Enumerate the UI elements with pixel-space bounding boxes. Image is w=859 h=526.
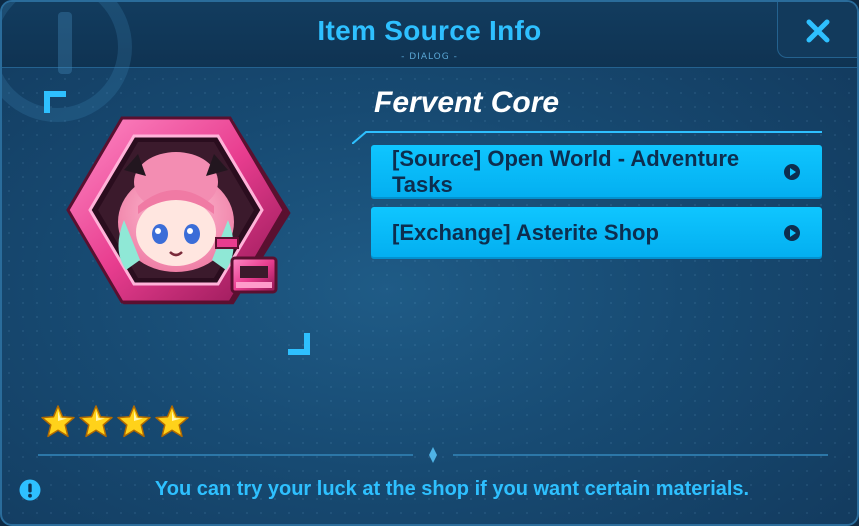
play-circle-icon xyxy=(784,164,800,180)
hint-text: You can try your luck at the shop if you… xyxy=(154,478,750,500)
star-icon xyxy=(79,405,113,438)
source-button-open-world[interactable]: [Source] Open World - Adventure Tasks xyxy=(371,145,822,199)
frame-corner-top-left xyxy=(44,91,66,113)
item-name-underline xyxy=(352,131,822,144)
close-button[interactable] xyxy=(777,2,857,58)
star-icon xyxy=(117,405,151,438)
item-source-dialog: Item Source Info - DIALOG - Fervent Core… xyxy=(0,0,859,526)
divider xyxy=(38,447,828,463)
rarity-stars xyxy=(40,404,200,444)
dialog-header: Item Source Info - DIALOG - xyxy=(2,2,857,122)
source-label: [Source] Open World - Adventure Tasks xyxy=(392,146,740,197)
dialog-subtitle: - DIALOG - xyxy=(401,52,458,62)
source-list: [Source] Open World - Adventure Tasks [E… xyxy=(371,145,822,267)
star-icon xyxy=(155,405,189,438)
play-circle-icon xyxy=(784,225,800,241)
source-label: [Exchange] Asterite Shop xyxy=(392,220,659,245)
item-name: Fervent Core xyxy=(374,86,560,119)
dialog-title: Item Source Info xyxy=(317,15,542,46)
star-icon xyxy=(41,405,75,438)
source-button-asterite-shop[interactable]: [Exchange] Asterite Shop xyxy=(371,207,822,259)
fervent-core-item-icon xyxy=(66,116,291,305)
close-icon xyxy=(806,19,830,43)
